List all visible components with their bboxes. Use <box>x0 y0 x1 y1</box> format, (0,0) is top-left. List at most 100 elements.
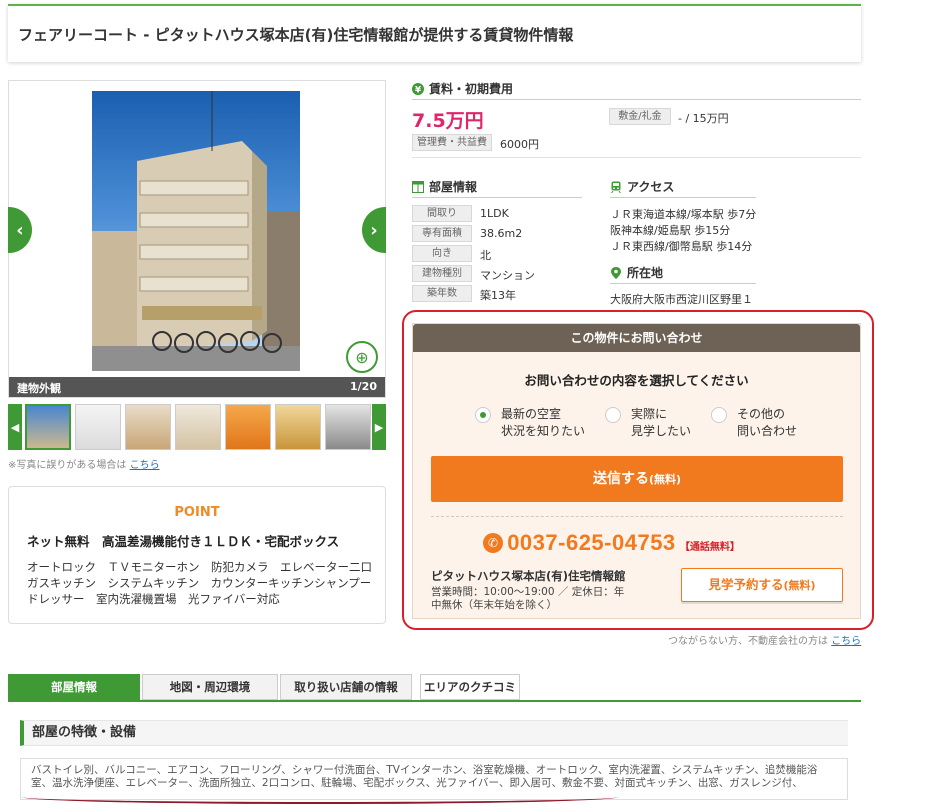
divider <box>610 197 756 198</box>
mgmt-fee-label: 管理費・共益費 <box>412 134 492 151</box>
thumb-next-button[interactable]: ▶ <box>372 404 386 450</box>
not-connected-text: つながらない方、不動産会社の方は <box>668 636 828 647</box>
photo-error-note: ※写真に誤りがある場合は こちら <box>8 456 160 471</box>
shop-hours: 営業時間：10:00～19:00 ／ 定休日：年中無休（年末年始を除く） <box>431 586 625 611</box>
option-line: 状況を知りたい <box>501 424 586 438</box>
radio-icon <box>605 407 621 423</box>
thumbnail[interactable] <box>225 404 271 450</box>
tab-map[interactable]: 地図・周辺環境 <box>142 674 278 700</box>
option-line: 問い合わせ <box>737 424 798 438</box>
location-heading-text: 所在地 <box>627 266 664 280</box>
room-label: 間取り <box>412 205 472 222</box>
building-photo[interactable] <box>92 91 300 371</box>
svg-text:¥: ¥ <box>415 86 422 96</box>
thumbnail[interactable] <box>25 404 71 450</box>
point-heading: POINT <box>174 505 220 520</box>
thumbnail[interactable] <box>175 404 221 450</box>
free-call-badge: 【通話無料】 <box>679 542 740 553</box>
tab-area-reviews[interactable]: エリアのクチコミ <box>420 674 520 700</box>
access-heading: アクセス <box>610 178 674 195</box>
train-icon <box>611 181 621 193</box>
option-line: その他の <box>737 407 786 421</box>
not-connected-link[interactable]: こちら <box>831 636 861 647</box>
thumbnail[interactable] <box>75 404 121 450</box>
radio-selected-icon <box>475 407 491 423</box>
room-icon <box>412 181 424 193</box>
yen-icon: ¥ <box>412 83 424 95</box>
rent-heading-text: 賃料・初期費用 <box>429 82 514 96</box>
option-line: 最新の空室 <box>501 407 562 421</box>
photo-counter: 1/20 <box>350 380 377 393</box>
building-illustration <box>92 91 300 371</box>
visit-label: 見学予約する <box>708 577 784 592</box>
mgmt-fee-value: 6000円 <box>500 138 539 151</box>
visit-reservation-button[interactable]: 見学予約する(無料) <box>681 568 843 602</box>
divider <box>412 157 861 158</box>
divider <box>412 99 861 100</box>
divider <box>431 516 843 517</box>
rent-price: 7.5万円 <box>412 110 484 132</box>
room-value: マンション <box>480 269 535 282</box>
room-heading-text: 部屋情報 <box>429 180 478 194</box>
inquiry-panel: この物件にお問い合わせ お問い合わせの内容を選択してください 最新の空室 状況を… <box>412 323 861 619</box>
thumb-prev-button[interactable]: ◀ <box>8 404 22 450</box>
photo-error-text: ※写真に誤りがある場合は <box>8 460 127 471</box>
page-title: フェアリーコート - ピタットハウス塚本店(有)住宅情報館が提供する賃貸物件情報 <box>18 26 574 44</box>
title-bar: フェアリーコート - ピタットハウス塚本店(有)住宅情報館が提供する賃貸物件情報 <box>8 4 861 62</box>
point-box: POINT ネット無料 高温差湯機能付き１ＬＤＫ・宅配ボックス オートロック Ｔ… <box>8 486 386 624</box>
phone-icon: ✆ <box>483 533 503 553</box>
tab-room-info[interactable]: 部屋情報 <box>8 674 140 700</box>
phone-number-row[interactable]: ✆ 0037-625-04753 【通話無料】 <box>483 530 740 556</box>
room-value: 1LDK <box>480 207 509 220</box>
zoom-icon[interactable]: ⊕ <box>346 341 378 373</box>
thumbnail[interactable] <box>125 404 171 450</box>
point-lead: ネット無料 高温差湯機能付き１ＬＤＫ・宅配ボックス <box>27 534 340 549</box>
send-free: (無料) <box>648 473 682 486</box>
room-label: 専有面積 <box>412 225 472 242</box>
room-label: 向き <box>412 245 472 262</box>
highlight-underline <box>22 790 618 804</box>
room-label: 建物種別 <box>412 265 472 282</box>
send-button[interactable]: 送信する(無料) <box>431 456 843 502</box>
photo-error-link[interactable]: こちら <box>130 460 160 471</box>
inquiry-question: お問い合わせの内容を選択してください <box>524 373 749 388</box>
photo-caption: 建物外観 <box>17 382 61 395</box>
thumbnail[interactable] <box>275 404 321 450</box>
access-line: ＪＲ東西線/御幣島駅 歩14分 <box>610 240 753 253</box>
next-photo-button[interactable]: › <box>362 207 386 253</box>
point-body: オートロック ＴＶモニターホン 防犯カメラ エレベーター二口ガスキッチン システ… <box>27 560 372 606</box>
option-line: 見学したい <box>631 424 692 438</box>
thumbnail[interactable] <box>325 404 371 450</box>
features-heading: 部屋の特徴・設備 <box>20 720 848 746</box>
option-vacancy-radio[interactable]: 最新の空室 状況を知りたい <box>475 406 585 440</box>
access-heading-text: アクセス <box>627 180 675 194</box>
tab-store-info[interactable]: 取り扱い店舗の情報 <box>280 674 412 700</box>
deposit-label: 敷金/礼金 <box>609 108 671 125</box>
access-line: ＪＲ東海道本線/塚本駅 歩7分 <box>610 208 757 221</box>
rent-heading: ¥ 賃料・初期費用 <box>412 80 513 97</box>
radio-icon <box>711 407 727 423</box>
inquiry-header: この物件にお問い合わせ <box>413 324 860 352</box>
not-connected-note: つながらない方、不動産会社の方は こちら <box>668 632 861 647</box>
room-value: 北 <box>480 249 491 262</box>
send-label: 送信する <box>592 471 649 487</box>
deposit-value: - / 15万円 <box>678 112 729 125</box>
room-heading: 部屋情報 <box>412 178 477 195</box>
access-line: 阪神本線/姫島駅 歩15分 <box>610 224 731 237</box>
option-other-radio[interactable]: その他の 問い合わせ <box>711 406 797 440</box>
visit-free: (無料) <box>783 579 816 592</box>
photo-gallery: ‹ › ⊕ 建物外観 1/20 <box>8 80 386 398</box>
divider <box>610 283 756 284</box>
phone-number: 0037-625-04753 <box>507 530 676 555</box>
prev-photo-button[interactable]: ‹ <box>8 207 32 253</box>
room-value: 築13年 <box>480 289 516 302</box>
thumbnail-strip: ◀ ▶ <box>8 404 386 450</box>
location-heading: 所在地 <box>610 264 663 281</box>
map-pin-icon <box>611 267 621 279</box>
location-address: 大阪府大阪市西淀川区野里１ <box>610 293 753 306</box>
option-visit-radio[interactable]: 実際に 見学したい <box>605 406 691 440</box>
photo-caption-bar: 建物外観 1/20 <box>9 377 385 397</box>
option-line: 実際に <box>631 407 668 421</box>
shop-name: ピタットハウス塚本店(有)住宅情報館 <box>431 569 626 583</box>
divider <box>412 197 582 198</box>
